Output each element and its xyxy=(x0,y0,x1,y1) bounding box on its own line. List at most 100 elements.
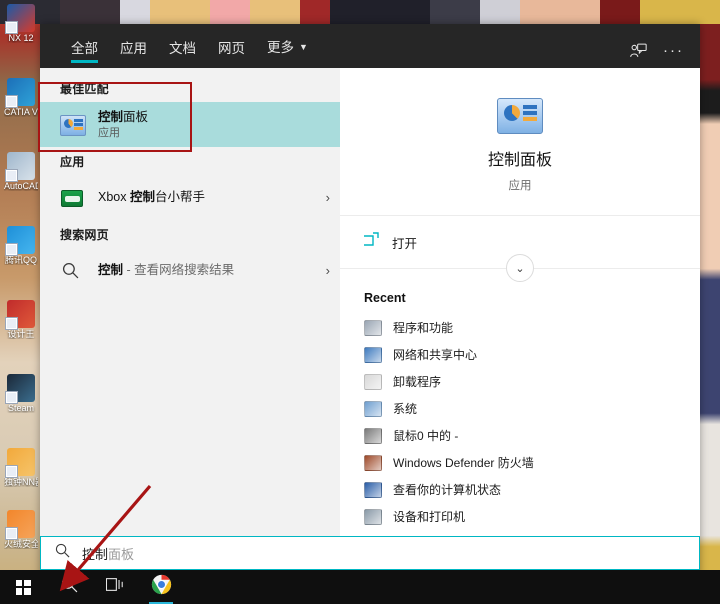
search-results-pane: 最佳匹配 控制面板 应用 应用 Xbox 控制台小帮手 › 搜索网页 控制 - 查看网络搜索结… xyxy=(40,68,340,580)
search-panes: 最佳匹配 控制面板 应用 应用 Xbox 控制台小帮手 › 搜索网页 控制 - 查看网络搜索结… xyxy=(40,68,700,580)
search-typed-text: 控制 xyxy=(82,546,109,562)
mouse-icon xyxy=(364,427,382,444)
tab-0[interactable]: 全部 xyxy=(60,42,109,68)
search-result-title: 控制 - 查看网络搜索结果 xyxy=(98,263,235,277)
recent-list-item[interactable]: 系统 xyxy=(364,395,700,422)
recent-header: Recent xyxy=(364,291,406,305)
wallpaper-top-strip xyxy=(0,0,720,24)
search-suggested-text: 面板 xyxy=(108,546,135,562)
search-result-text: 控制面板 应用 xyxy=(98,110,330,140)
windows-logo-icon xyxy=(15,579,31,595)
recent-item-label: 查看你的计算机状态 xyxy=(393,483,502,497)
open-external-icon xyxy=(362,232,379,252)
xbox-console-companion-icon xyxy=(60,185,86,211)
recent-list-item[interactable]: 卸载程序 xyxy=(364,368,700,395)
recent-list-item[interactable]: 网络和共享中心 xyxy=(364,341,700,368)
search-result-title: Xbox 控制台小帮手 xyxy=(98,190,205,204)
windows-defender-firewall-icon xyxy=(364,454,382,471)
chrome-button[interactable] xyxy=(138,570,184,604)
search-input-bar[interactable]: 控制面板 xyxy=(40,536,700,570)
search-result-item[interactable]: Xbox 控制台小帮手 › xyxy=(40,175,340,220)
recent-list-item[interactable]: 程序和功能 xyxy=(364,314,700,341)
recent-item-label: 网络和共享中心 xyxy=(393,348,478,362)
recent-item-label: 卸载程序 xyxy=(393,375,442,389)
app-type: 应用 xyxy=(508,180,532,192)
control-panel-icon xyxy=(60,112,86,138)
uninstall-program-icon xyxy=(364,373,382,390)
feedback-icon[interactable] xyxy=(630,43,647,58)
tab-label: 全部 xyxy=(71,41,98,56)
search-result-subtitle: 应用 xyxy=(98,126,120,139)
desktop-icon[interactable]: CATIA V5R2 xyxy=(4,78,38,117)
desktop-icon-label: 火绒安全 xyxy=(4,539,38,549)
desktop-icon[interactable]: 设计王 xyxy=(4,300,38,339)
desktop-icon-label: CATIA V5R2 xyxy=(4,107,38,117)
more-options-icon[interactable]: ··· xyxy=(663,43,684,58)
start-button[interactable] xyxy=(0,570,46,604)
result-group-header: 应用 xyxy=(60,155,85,169)
tab-label: 更多 xyxy=(267,40,294,55)
search-flyout-panel: 全部 应用 文档 网页 更多 ▼ ··· 最佳匹配 控制面板 应用 应用 Xbox 控制台小帮手 › 搜… xyxy=(40,24,700,580)
result-group-header: 搜索网页 xyxy=(60,228,109,242)
chevron-down-icon: ▼ xyxy=(299,42,308,52)
recent-item-label: 鼠标0 中的 - xyxy=(393,429,459,443)
recent-item-label: Windows Defender 防火墙 xyxy=(393,456,534,470)
search-result-text: Xbox 控制台小帮手 xyxy=(98,190,320,205)
tab-label: 文档 xyxy=(169,41,196,56)
app-name: 控制面板 xyxy=(487,152,552,169)
desktop-icon-label: 腾讯QQ xyxy=(4,255,37,265)
desktop-icon-image xyxy=(5,4,35,34)
chevron-right-icon[interactable]: › xyxy=(320,263,330,278)
tab-4[interactable]: 更多 ▼ xyxy=(256,41,319,68)
desktop-icon-label: 独钟NN器 xyxy=(4,477,38,487)
search-input-text[interactable]: 控制面板 xyxy=(82,544,134,563)
header-actions: ··· xyxy=(630,43,684,68)
open-action-row[interactable]: 打开 ⌄ xyxy=(340,216,700,282)
chevron-right-icon[interactable]: › xyxy=(320,190,330,205)
desktop-icon[interactable]: 独钟NN器 xyxy=(4,448,38,487)
chrome-icon xyxy=(151,574,172,600)
search-icon xyxy=(60,258,86,284)
control-panel-icon xyxy=(497,98,543,134)
app-detail-header: 控制面板 应用 xyxy=(340,68,700,216)
search-result-item[interactable]: 控制面板 应用 xyxy=(40,102,340,147)
desktop-icon[interactable]: Steam xyxy=(4,374,38,413)
desktop-icon-label: NX 12 xyxy=(8,33,34,43)
search-result-item[interactable]: 控制 - 查看网络搜索结果 › xyxy=(40,248,340,293)
app-detail-pane: 控制面板 应用 打开 ⌄ Recent 程序和功能 网络和共享中心 卸载程序 系… xyxy=(340,68,700,580)
desktop-icon-image xyxy=(5,226,35,256)
desktop-icon-image xyxy=(5,152,35,182)
recent-list-item[interactable]: 鼠标0 中的 - xyxy=(364,422,700,449)
tab-3[interactable]: 网页 xyxy=(207,42,256,68)
desktop-icon-label: 设计王 xyxy=(7,329,35,339)
desktop-icon[interactable]: 火绒安全 xyxy=(4,510,38,549)
open-action-label: 打开 xyxy=(392,236,418,251)
recent-list: 程序和功能网络和共享中心 卸载程序系统鼠标0 中的 - Windows Defend… xyxy=(364,314,700,530)
recent-list-item[interactable]: Windows Defender 防火墙 xyxy=(364,449,700,476)
system-icon xyxy=(364,400,382,417)
search-result-title: 控制面板 xyxy=(98,109,149,124)
search-result-text: 控制 - 查看网络搜索结果 xyxy=(98,263,320,278)
desktop-icon-image xyxy=(5,300,35,330)
desktop-icon[interactable]: AutoCAD 2007 - xyxy=(4,152,38,191)
recent-item-label: 设备和打印机 xyxy=(393,510,466,524)
recent-section: Recent 程序和功能网络和共享中心 卸载程序系统鼠标0 中的 - Windows… xyxy=(340,269,700,530)
task-view-button[interactable] xyxy=(92,570,138,604)
task-view-icon xyxy=(105,577,124,597)
recent-item-label: 系统 xyxy=(393,402,418,416)
desktop-icon[interactable]: 腾讯QQ xyxy=(4,226,38,265)
tab-1[interactable]: 应用 xyxy=(109,42,158,68)
desktop-icon-image xyxy=(5,510,35,540)
desktop-icon-label: Steam xyxy=(7,403,34,413)
desktop-icon-label: AutoCAD 2007 - xyxy=(4,181,38,191)
recent-list-item[interactable]: 设备和打印机 xyxy=(364,503,700,530)
tab-2[interactable]: 文档 xyxy=(158,42,207,68)
chevron-down-icon[interactable]: ⌄ xyxy=(506,254,534,282)
desktop-icon-image xyxy=(5,78,35,108)
search-icon xyxy=(55,543,70,563)
recent-list-item[interactable]: 查看你的计算机状态 xyxy=(364,476,700,503)
programs-and-features-icon xyxy=(364,319,382,336)
desktop-icon[interactable]: NX 12 xyxy=(4,4,38,43)
taskbar xyxy=(0,570,720,604)
search-button[interactable] xyxy=(46,570,92,604)
